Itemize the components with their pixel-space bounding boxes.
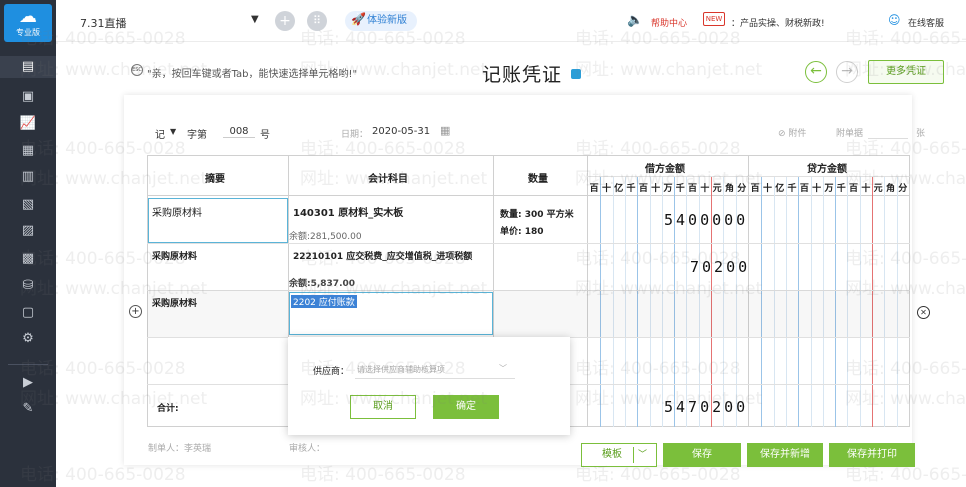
- row1-quantity[interactable]: 数量: 300 平方米: [500, 207, 574, 220]
- document-icon[interactable]: ▢: [17, 304, 39, 322]
- settings-icon[interactable]: ⚙: [17, 330, 39, 348]
- watermark-text: 电话: 400-665-0028: [575, 465, 741, 485]
- paperclip-icon: ⊘: [778, 129, 789, 139]
- row-sep: [147, 243, 910, 244]
- delete-row-icon[interactable]: ✕: [917, 306, 930, 319]
- watermark-text: 电话: 400-665-0028: [20, 249, 186, 269]
- maker-label: 制单人：李英瑞: [148, 444, 212, 454]
- watermark-text: 网址: www.chanjet.net: [845, 169, 966, 189]
- auditor-label: 审核人：: [289, 444, 326, 454]
- watermark-text: 网址: www.chanjet.net: [575, 279, 763, 299]
- add-icon[interactable]: +: [275, 11, 295, 31]
- save-and-new-button[interactable]: 保存并新增: [747, 443, 823, 467]
- add-row-icon[interactable]: +: [129, 305, 142, 318]
- watermark-text: 网址: www.chanjet.net: [575, 60, 763, 80]
- watermark-text: 电话: 400-665-0028: [845, 249, 966, 269]
- watermark-text: 网址: www.chanjet.net: [300, 279, 488, 299]
- row1-balance: 余额:281,500.00: [289, 232, 362, 242]
- active-row-highlight: [147, 290, 910, 337]
- watermark-text: 网址: www.chanjet.net: [20, 389, 208, 409]
- col-header-quantity: 数量: [528, 174, 548, 185]
- watermark-text: 电话: 400-665-0028: [20, 359, 186, 379]
- watermark-text: 电话: 400-665-0028: [845, 465, 966, 485]
- row1-debit-amount[interactable]: 5400000: [664, 211, 748, 229]
- watermark-text: 网址: www.chanjet.net: [20, 279, 208, 299]
- row1-account[interactable]: 140301 原材料_实木板: [293, 204, 403, 219]
- page-title: 记账凭证: [482, 64, 563, 86]
- table-icon[interactable]: ▨: [17, 222, 39, 240]
- voucher-number-input[interactable]: 008: [223, 126, 255, 138]
- watermark-text: 电话: 400-665-0028: [845, 29, 966, 49]
- word-label: 字第: [187, 130, 207, 141]
- chevron-down-icon[interactable]: ﹀: [499, 363, 507, 374]
- voucher-icon[interactable]: ▣: [17, 88, 39, 106]
- watermark-text: 电话: 400-665-0028: [20, 29, 186, 49]
- watermark-text: 网址: www.chanjet.net: [845, 389, 966, 409]
- watermark-text: 电话: 400-665-0028: [20, 139, 186, 159]
- watermark-text: 电话: 400-665-0028: [845, 359, 966, 379]
- watermark-text: 电话: 400-665-0028: [300, 465, 466, 485]
- credit-unit-label: 亿: [775, 184, 785, 194]
- watermark-text: 电话: 400-665-0028: [575, 359, 741, 379]
- credit-unit-label: 万: [824, 184, 834, 194]
- previous-voucher-button[interactable]: ←: [805, 61, 827, 83]
- attachment-label: 附件: [788, 129, 807, 139]
- watermark-text: 电话: 400-665-0028: [845, 139, 966, 159]
- chart-icon[interactable]: 📈: [17, 115, 39, 133]
- row1-price[interactable]: 单价: 180: [500, 224, 544, 237]
- credit-unit-label: 千: [787, 184, 797, 194]
- watermark-text: 电话: 400-665-0028: [300, 29, 466, 49]
- row-sep: [147, 195, 910, 196]
- top-bar: [56, 0, 966, 42]
- watermark-text: 电话: 400-665-0028: [300, 139, 466, 159]
- watermark-text: 电话: 400-665-0028: [575, 29, 741, 49]
- watermark-text: 网址: www.chanjet.net: [845, 279, 966, 299]
- row1-summary[interactable]: 采购原材料: [152, 204, 202, 219]
- watermark-text: 电话: 400-665-0028: [20, 465, 186, 485]
- watermark-text: 网址: www.chanjet.net: [300, 389, 488, 409]
- watermark-text: 网址: www.chanjet.net: [300, 169, 488, 189]
- book-icon[interactable]: ▧: [17, 196, 39, 214]
- account-dropdown-icon[interactable]: ▼: [251, 14, 259, 25]
- news-ticker[interactable]: ：产品实操、财税新政!: [731, 16, 825, 29]
- watermark-text: 网址: www.chanjet.net: [20, 60, 208, 80]
- watermark-text: 网址: www.chanjet.net: [20, 169, 208, 189]
- watermark-text: 电话: 400-665-0028: [575, 139, 741, 159]
- credit-unit-label: 十: [812, 184, 822, 194]
- col-header-summary: 摘要: [205, 174, 225, 185]
- watermark-text: 电话: 400-665-0028: [575, 249, 741, 269]
- col-header-credit: 贷方金额: [807, 164, 847, 175]
- watermark-text: 电话: 400-665-0028: [300, 249, 466, 269]
- credit-unit-label: 百: [799, 184, 809, 194]
- credit-unit-label: 十: [762, 184, 772, 194]
- number-suffix: 号: [260, 130, 270, 141]
- watermark-text: 网址: www.chanjet.net: [575, 169, 763, 189]
- watermark-text: 网址: www.chanjet.net: [300, 60, 488, 80]
- watermark-text: 网址: www.chanjet.net: [845, 60, 966, 80]
- attachment-link[interactable]: ⊘ 附件: [778, 126, 806, 139]
- watermark-text: 电话: 400-665-0028: [300, 359, 466, 379]
- watermark-text: 网址: www.chanjet.net: [575, 389, 763, 409]
